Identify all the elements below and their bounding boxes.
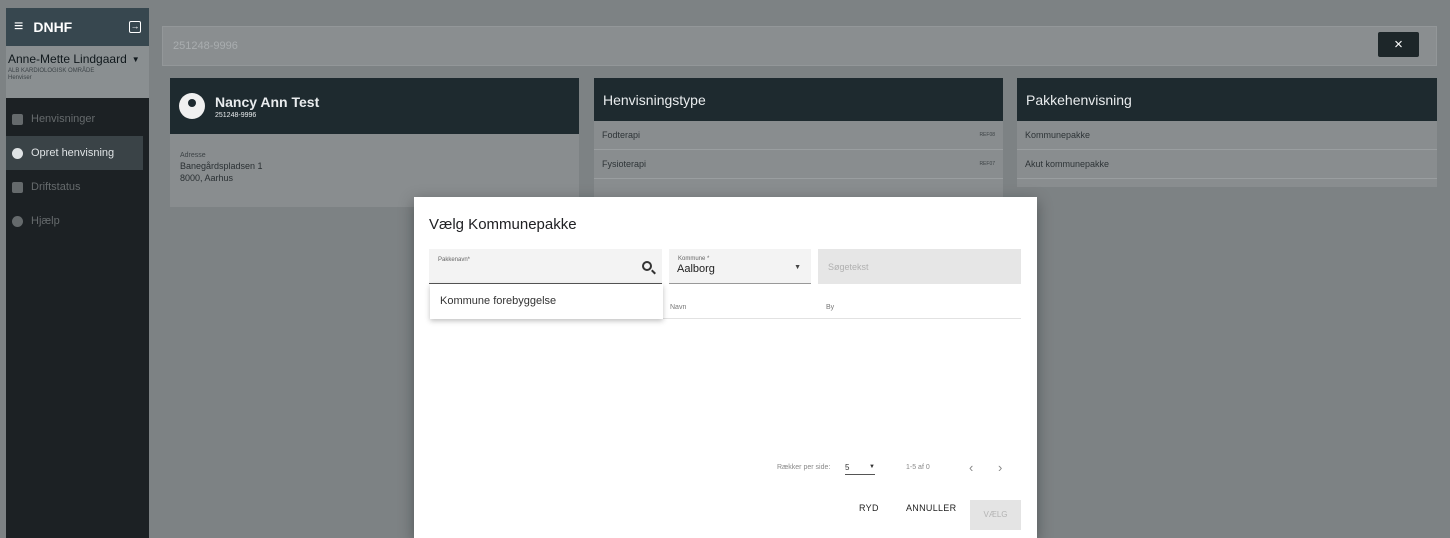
patient-card-header: Nancy Ann Test 251248-9996 xyxy=(170,78,579,134)
patient-search-bar[interactable]: 251248-9996 xyxy=(162,26,1437,66)
calendar-icon xyxy=(12,181,23,193)
close-button[interactable]: × xyxy=(1378,32,1419,57)
column-header-by[interactable]: By xyxy=(826,304,834,311)
kommune-label: Kommune * xyxy=(678,256,710,262)
rows-per-page-value: 5 xyxy=(845,463,850,472)
sogetekst-placeholder: Søgetekst xyxy=(828,262,869,272)
henvisningstype-card: Henvisningstype Fodterapi REF08 Fysioter… xyxy=(594,78,1003,198)
autocomplete-dropdown: Kommune forebyggelse xyxy=(430,284,663,319)
pakkenavn-label: Pakkenavn* xyxy=(438,257,471,263)
patient-card: Nancy Ann Test 251248-9996 Adresse Baneg… xyxy=(170,78,579,207)
rows-per-page-label: Rækker per side: xyxy=(777,464,831,471)
henvisningstype-title: Henvisningstype xyxy=(603,91,706,108)
sidebar-item-henvisninger[interactable]: Henvisninger xyxy=(6,102,149,136)
user-role: Henviser xyxy=(8,75,32,81)
list-item-label: Kommunepakke xyxy=(1025,130,1091,140)
menu-icon[interactable]: ≡ xyxy=(14,18,23,36)
sidebar-item-label: Hjælp xyxy=(31,215,60,227)
sidebar-item-hjaelp[interactable]: Hjælp xyxy=(6,204,149,238)
chevron-left-icon[interactable]: ‹ xyxy=(969,460,973,475)
user-panel[interactable]: Anne-Mette Lindgaard ▼ ALB KARDIOLOGISK … xyxy=(6,46,149,98)
person-icon xyxy=(179,93,205,119)
user-department: ALB KARDIOLOGISK OMRÅDE xyxy=(8,68,95,74)
list-item-label: Fodterapi xyxy=(602,130,641,140)
list-item[interactable]: Fysioterapi REF07 xyxy=(594,150,1003,179)
app-brand: DNHF xyxy=(33,19,73,35)
sidebar-nav: Henvisninger Opret henvisning Driftstatu… xyxy=(6,98,149,238)
list-item-code: REF08 xyxy=(979,132,995,138)
list-item-label: Akut kommunepakke xyxy=(1025,159,1110,169)
kommune-select[interactable]: Kommune * Aalborg ▼ xyxy=(669,249,811,284)
search-icon[interactable] xyxy=(642,261,652,271)
table-header-divider xyxy=(662,318,1021,319)
sidebar: ≡ DNHF → Anne-Mette Lindgaard ▼ ALB KARD… xyxy=(6,8,149,538)
dialog-title: Vælg Kommunepakke xyxy=(429,216,577,233)
chevron-right-icon[interactable]: › xyxy=(998,460,1002,475)
annuller-button[interactable]: ANNULLER xyxy=(906,503,956,513)
list-item-code: REF07 xyxy=(979,161,995,167)
pakkenavn-input[interactable]: Pakkenavn* xyxy=(429,249,662,284)
sogetekst-input[interactable]: Søgetekst xyxy=(818,249,1021,284)
list-item[interactable]: Kommunepakke xyxy=(1017,121,1437,150)
address-line1: Banegårdspladsen 1 xyxy=(180,161,263,171)
henvisningstype-header: Henvisningstype xyxy=(594,78,1003,121)
address-label: Adresse xyxy=(180,152,206,159)
vaelg-button[interactable]: VÆLG xyxy=(970,500,1021,530)
sidebar-item-label: Henvisninger xyxy=(31,113,96,125)
sidebar-item-label: Opret henvisning xyxy=(31,147,115,159)
caret-down-icon: ▼ xyxy=(794,264,801,271)
address-line2: 8000, Aarhus xyxy=(180,173,234,183)
caret-down-icon: ▼ xyxy=(869,464,875,470)
list-item[interactable]: Fodterapi REF08 xyxy=(594,121,1003,150)
list-item-label: Fysioterapi xyxy=(602,159,647,169)
caret-down-icon[interactable]: ▼ xyxy=(132,55,140,64)
patient-name: Nancy Ann Test xyxy=(215,93,320,110)
pakkehenvisning-header: Pakkehenvisning xyxy=(1017,78,1437,121)
search-value: 251248-9996 xyxy=(173,40,238,52)
user-name-row[interactable]: Anne-Mette Lindgaard ▼ xyxy=(8,52,147,66)
logout-icon[interactable]: → xyxy=(129,21,141,33)
patient-cpr: 251248-9996 xyxy=(215,111,257,119)
pagination-range: 1-5 af 0 xyxy=(906,464,930,471)
pakkehenvisning-card: Pakkehenvisning Kommunepakke Akut kommun… xyxy=(1017,78,1437,187)
list-item[interactable]: Akut kommunepakke xyxy=(1017,150,1437,179)
ryd-button[interactable]: RYD xyxy=(859,503,879,513)
add-person-icon xyxy=(12,147,23,159)
user-name: Anne-Mette Lindgaard xyxy=(8,52,127,66)
sidebar-header: ≡ DNHF → xyxy=(6,8,149,46)
rows-per-page-select[interactable]: 5 ▼ xyxy=(845,461,875,475)
sidebar-item-driftstatus[interactable]: Driftstatus xyxy=(6,170,149,204)
pakkehenvisning-title: Pakkehenvisning xyxy=(1026,91,1132,108)
column-header-navn[interactable]: Navn xyxy=(670,304,686,311)
sidebar-item-label: Driftstatus xyxy=(31,181,81,193)
folder-icon xyxy=(12,113,23,125)
dropdown-option[interactable]: Kommune forebyggelse xyxy=(440,295,556,307)
patient-address: Adresse Banegårdspladsen 1 8000, Aarhus xyxy=(170,134,579,183)
kommunepakke-dialog: Vælg Kommunepakke Pakkenavn* Kommune * A… xyxy=(414,197,1037,538)
kommune-value: Aalborg xyxy=(677,263,715,275)
sidebar-item-opret-henvisning[interactable]: Opret henvisning xyxy=(6,136,143,170)
help-icon xyxy=(12,215,23,227)
